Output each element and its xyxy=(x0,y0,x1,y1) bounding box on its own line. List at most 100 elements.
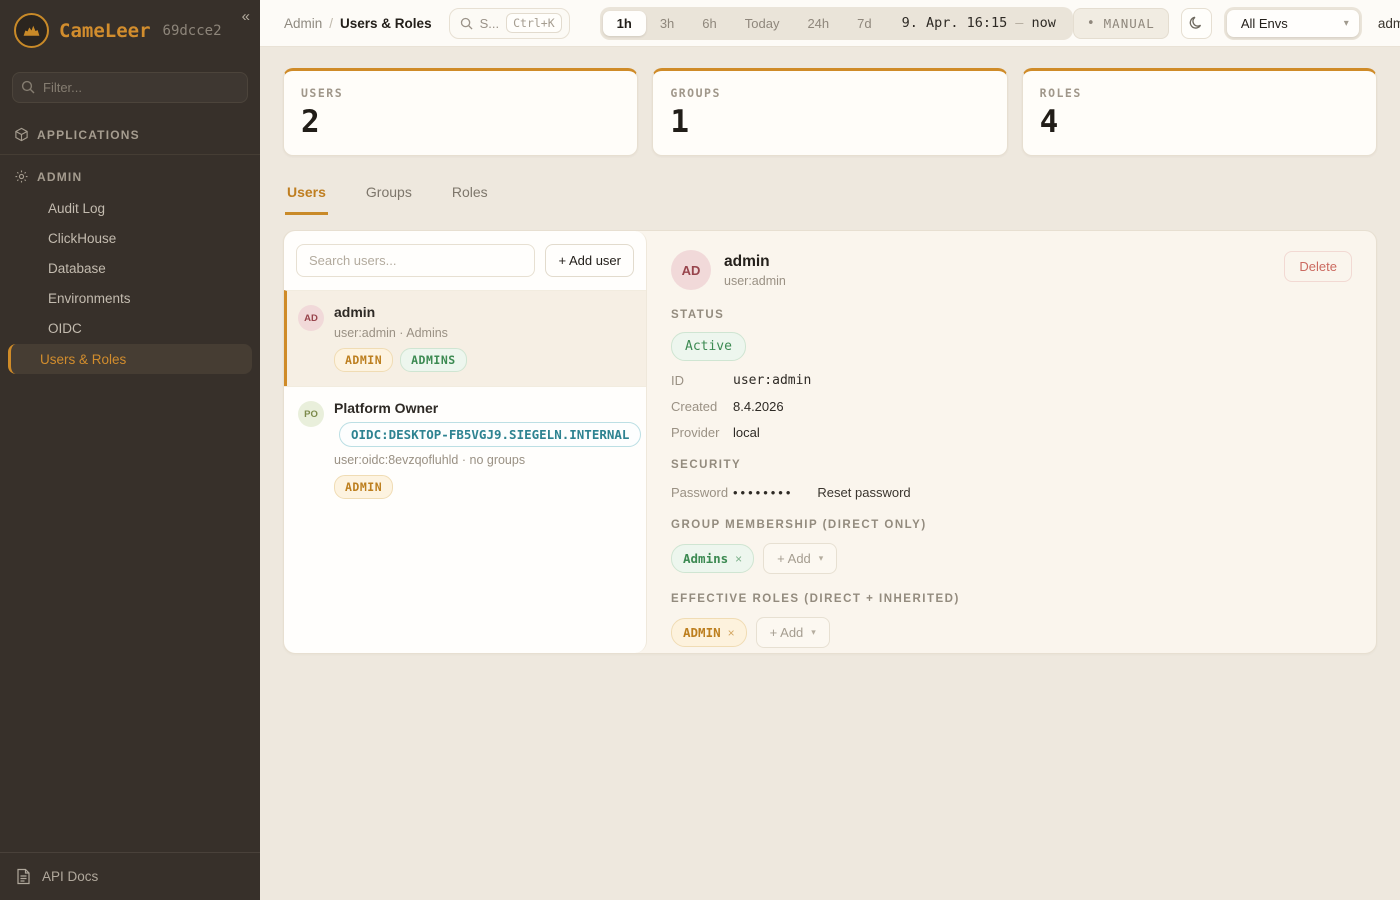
sidebar-item-oidc[interactable]: OIDC xyxy=(8,314,252,343)
field-label-provider: Provider xyxy=(671,425,733,440)
role-chip-row: ADMIN × + Add ▾ xyxy=(671,617,1352,648)
theme-toggle-button[interactable] xyxy=(1181,8,1212,39)
topbar: Admin / Users & Roles S... Ctrl+K 1h 3h … xyxy=(260,0,1400,47)
chevron-down-icon: ▾ xyxy=(1344,18,1349,29)
field-label-id: ID xyxy=(671,373,733,388)
remove-role-icon[interactable]: × xyxy=(728,626,735,640)
group-badge: ADMINS xyxy=(400,348,467,372)
time-range-1h[interactable]: 1h xyxy=(603,11,646,36)
user-meta: user:admin · Admins xyxy=(334,326,467,340)
user-detail-pane: AD admin user:admin Delete STATUS Active… xyxy=(647,231,1376,653)
add-user-button[interactable]: + Add user xyxy=(545,244,634,277)
sidebar-item-users-roles[interactable]: Users & Roles xyxy=(8,344,252,374)
user-list-item-admin[interactable]: AD admin user:admin · Admins ADMIN ADMIN… xyxy=(284,290,646,386)
sidebar-item-clickhouse[interactable]: ClickHouse xyxy=(8,224,252,253)
avatar: AD xyxy=(671,250,711,290)
document-icon xyxy=(16,868,31,885)
nav-section-applications[interactable]: APPLICATIONS xyxy=(0,117,260,152)
time-range-today[interactable]: Today xyxy=(731,11,794,36)
user-name: admin xyxy=(334,304,467,320)
time-range-7d[interactable]: 7d xyxy=(843,11,885,36)
sidebar-filter xyxy=(12,72,248,103)
password-label: Password xyxy=(671,485,733,500)
tab-roles[interactable]: Roles xyxy=(450,178,490,215)
tab-users[interactable]: Users xyxy=(285,178,328,215)
field-value-id: user:admin xyxy=(733,373,1352,388)
env-select-wrap: All Envs ▾ xyxy=(1224,7,1362,40)
api-docs-link[interactable]: API Docs xyxy=(0,852,260,900)
global-search-button[interactable]: S... Ctrl+K xyxy=(449,8,570,39)
brand-name: CameLeer xyxy=(59,20,151,42)
badge-row: ADMIN xyxy=(334,475,632,499)
tabs-row: Users Groups Roles xyxy=(283,178,1377,215)
group-chip-row: Admins × + Add ▾ xyxy=(671,543,1352,574)
time-range-24h[interactable]: 24h xyxy=(793,11,843,36)
app-screen: CameLeer 69dcce2 « APPLICATIONS xyxy=(0,0,1400,900)
brand-row: CameLeer 69dcce2 « xyxy=(0,0,260,63)
sidebar-item-environments[interactable]: Environments xyxy=(8,284,252,313)
oidc-provider-badge: OIDC:DESKTOP-FB5VGJ9.SIEGELN.INTERNAL xyxy=(339,422,641,447)
sidebar-item-database[interactable]: Database xyxy=(8,254,252,283)
refresh-mode-button[interactable]: • MANUAL xyxy=(1073,8,1169,39)
time-to: now xyxy=(1031,15,1055,31)
tab-groups[interactable]: Groups xyxy=(364,178,414,215)
api-docs-label: API Docs xyxy=(42,869,98,884)
remove-group-icon[interactable]: × xyxy=(735,552,742,566)
breadcrumb: Admin / Users & Roles xyxy=(284,16,432,31)
topbar-right-cluster: • MANUAL All Envs ▾ admin AD xyxy=(1073,7,1400,40)
search-icon xyxy=(460,17,473,30)
role-badge: ADMIN xyxy=(334,348,393,372)
group-chip-admins: Admins × xyxy=(671,544,754,573)
sidebar-item-audit-log[interactable]: Audit Log xyxy=(8,194,252,223)
breadcrumb-admin[interactable]: Admin xyxy=(284,16,322,31)
detail-identity: admin user:admin xyxy=(724,253,786,288)
nav-section-admin[interactable]: ADMIN xyxy=(0,159,260,194)
reset-password-link[interactable]: Reset password xyxy=(817,485,910,500)
sidebar-filter-input[interactable] xyxy=(12,72,248,103)
stat-value: 2 xyxy=(301,104,620,140)
search-users-input[interactable] xyxy=(296,244,535,277)
status-section-header: STATUS xyxy=(671,309,1352,321)
users-panel: + Add user AD admin user:admin · Admins … xyxy=(283,230,1377,654)
detail-header: AD admin user:admin xyxy=(671,250,1352,290)
security-section-header: SECURITY xyxy=(671,459,1352,471)
detail-fields: ID user:admin Created 8.4.2026 Provider … xyxy=(671,373,1352,440)
cube-icon xyxy=(14,127,29,142)
stat-label: GROUPS xyxy=(670,86,989,100)
stat-value: 1 xyxy=(670,104,989,140)
delete-user-button[interactable]: Delete xyxy=(1284,251,1352,282)
env-select[interactable]: All Envs ▾ xyxy=(1227,10,1359,37)
main-content: USERS 2 GROUPS 1 ROLES 4 Users Groups Ro… xyxy=(260,48,1400,900)
stat-label: ROLES xyxy=(1040,86,1359,100)
env-select-value: All Envs xyxy=(1241,16,1288,31)
time-range-6h[interactable]: 6h xyxy=(688,11,730,36)
breadcrumb-current: Users & Roles xyxy=(340,16,432,31)
gear-icon xyxy=(14,169,29,184)
stat-label: USERS xyxy=(301,86,620,100)
password-mask: •••••••• xyxy=(733,485,793,500)
avatar: AD xyxy=(298,305,324,331)
nav-section-label: ADMIN xyxy=(37,170,82,184)
user-list-header: + Add user xyxy=(284,231,646,290)
sidebar: CameLeer 69dcce2 « APPLICATIONS xyxy=(0,0,260,900)
chevron-down-icon: ▾ xyxy=(819,553,824,564)
breadcrumb-separator: / xyxy=(329,16,333,31)
avatar: PO xyxy=(298,401,324,427)
refresh-mode-label: MANUAL xyxy=(1104,16,1155,31)
nav-divider xyxy=(0,154,260,155)
nav-section-label: APPLICATIONS xyxy=(37,128,140,142)
time-range-3h[interactable]: 3h xyxy=(646,11,688,36)
add-role-button[interactable]: + Add ▾ xyxy=(756,617,830,648)
user-list-item-platform-owner[interactable]: PO Platform Owner OIDC:DESKTOP-FB5VGJ9.S… xyxy=(284,386,646,513)
detail-user-name: admin xyxy=(724,253,786,271)
stat-card-users: USERS 2 xyxy=(283,68,638,156)
effective-roles-header: EFFECTIVE ROLES (DIRECT + INHERITED) xyxy=(671,593,1352,605)
status-badge: Active xyxy=(671,332,746,361)
admin-nav-items: Audit Log ClickHouse Database Environmen… xyxy=(0,194,260,374)
time-separator: — xyxy=(1015,15,1023,31)
camel-logo-icon xyxy=(14,13,49,48)
add-group-button[interactable]: + Add ▾ xyxy=(763,543,837,574)
time-range-display[interactable]: 9. Apr. 16:15 — now xyxy=(886,15,1070,31)
stats-row: USERS 2 GROUPS 1 ROLES 4 xyxy=(283,68,1377,156)
sidebar-collapse-icon[interactable]: « xyxy=(242,8,250,25)
